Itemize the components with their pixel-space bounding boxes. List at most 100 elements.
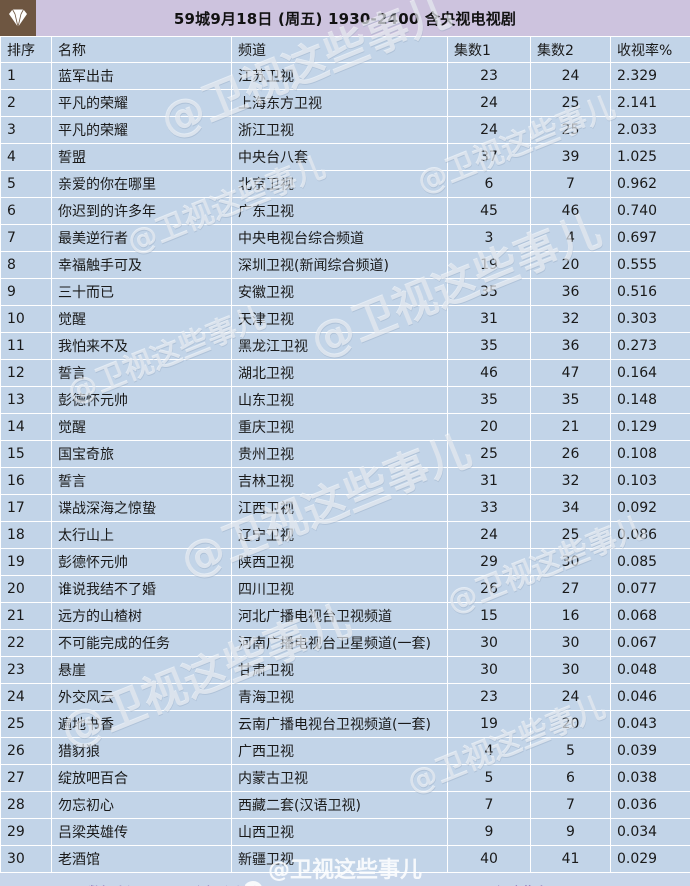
cell-rank: 23: [0, 656, 52, 684]
cell-channel: 黑龙江卫视: [231, 332, 448, 360]
column-header-rating: 收视率%: [610, 36, 690, 63]
cell-rating: 0.046: [610, 683, 690, 711]
cell-rank: 21: [0, 602, 52, 630]
cell-episode2: 35: [530, 386, 611, 414]
cell-rank: 16: [0, 467, 52, 495]
cell-episode1: 46: [447, 359, 531, 387]
cell-episode2: 25: [530, 116, 611, 144]
cell-rank: 6: [0, 197, 52, 225]
cell-channel: 浙江卫视: [231, 116, 448, 144]
table-row: 5亲爱的你在哪里北京卫视670.9623.451: [0, 170, 690, 198]
cell-channel: 江西卫视: [231, 494, 448, 522]
table-row: 2平凡的荣耀上海东方卫视24252.1417.539: [0, 89, 690, 117]
table-row: 11我怕来不及黑龙江卫视35360.2730.969: [0, 332, 690, 360]
cell-episode1: 15: [447, 602, 531, 630]
cell-program-name: 绽放吧百合: [51, 764, 232, 792]
cell-program-name: 谍战深海之惊蛰: [51, 494, 232, 522]
cell-rating: 0.148: [610, 386, 690, 414]
cell-episode1: 35: [447, 278, 531, 306]
cell-program-name: 誓盟: [51, 143, 232, 171]
cell-program-name: 誓言: [51, 359, 232, 387]
cell-rating: 0.129: [610, 413, 690, 441]
cell-rating: 0.077: [610, 575, 690, 603]
cell-rank: 30: [0, 845, 52, 873]
cell-episode1: 24: [447, 521, 531, 549]
cell-channel: 贵州卫视: [231, 440, 448, 468]
cell-program-name: 勿忘初心: [51, 791, 232, 819]
cell-episode1: 9: [447, 818, 531, 846]
cell-episode2: 4: [530, 224, 611, 252]
cell-rank: 5: [0, 170, 52, 198]
cell-rank: 9: [0, 278, 52, 306]
cell-channel: 河北广播电视台卫视频道: [231, 602, 448, 630]
cell-channel: 湖北卫视: [231, 359, 448, 387]
cell-rank: 8: [0, 251, 52, 279]
cell-episode2: 21: [530, 413, 611, 441]
cell-episode2: 6: [530, 764, 611, 792]
cell-rank: 10: [0, 305, 52, 333]
table-row: 6你迟到的许多年广东卫视45460.7402.614: [0, 197, 690, 225]
cell-rank: 1: [0, 62, 52, 90]
cell-channel: 广西卫视: [231, 737, 448, 765]
cell-episode2: 20: [530, 710, 611, 738]
cell-episode1: 23: [447, 62, 531, 90]
cell-episode1: 30: [447, 629, 531, 657]
cell-rating: 0.039: [610, 737, 690, 765]
cell-episode2: 20: [530, 251, 611, 279]
table-row: 13彭德怀元帅山东卫视35350.1480.572: [0, 386, 690, 414]
cell-rating: 0.085: [610, 548, 690, 576]
cell-channel: 吉林卫视: [231, 467, 448, 495]
cell-episode2: 24: [530, 683, 611, 711]
cell-episode1: 33: [447, 494, 531, 522]
watermark-footer-text: @卫视这些事儿: [268, 858, 423, 883]
cell-channel: 辽宁卫视: [231, 521, 448, 549]
cell-program-name: 最美逆行者: [51, 224, 232, 252]
cell-channel: 北京卫视: [231, 170, 448, 198]
cell-episode1: 19: [447, 251, 531, 279]
cell-rating: 2.141: [610, 89, 690, 117]
cell-rating: 2.329: [610, 62, 690, 90]
table-row: 10觉醒天津卫视31320.3031.068: [0, 305, 690, 333]
cell-episode2: 16: [530, 602, 611, 630]
cell-rank: 26: [0, 737, 52, 765]
cell-episode1: 4: [447, 737, 531, 765]
table-row: 20谁说我结不了婚四川卫视26270.0770.273: [0, 575, 690, 603]
ratings-table-page: 59城9月18日 (周五) 1930-2400 含央视电视剧 排序 名称 频道 …: [0, 0, 690, 886]
ratings-table-wrapper: 排序 名称 频道 集数1 集数2 收视率% 市场份额% 1蓝军出击江苏卫视232…: [0, 36, 690, 873]
cell-program-name: 亲爱的你在哪里: [51, 170, 232, 198]
cell-rating: 0.103: [610, 467, 690, 495]
table-row: 1蓝军出击江苏卫视23242.3298.309: [0, 62, 690, 90]
table-row: 26猎豺狼广西卫视450.0390.138: [0, 737, 690, 765]
cell-rating: 0.740: [610, 197, 690, 225]
cell-rating: 0.962: [610, 170, 690, 198]
cell-program-name: 誓言: [51, 467, 232, 495]
cell-program-name: 三十而已: [51, 278, 232, 306]
cell-program-name: 遍地书香: [51, 710, 232, 738]
table-row: 24外交风云青海卫视23240.0460.161: [0, 683, 690, 711]
cell-episode1: 23: [447, 683, 531, 711]
cell-program-name: 平凡的荣耀: [51, 89, 232, 117]
cell-channel: 上海东方卫视: [231, 89, 448, 117]
cell-channel: 江苏卫视: [231, 62, 448, 90]
cell-program-name: 悬崖: [51, 656, 232, 684]
cell-program-name: 远方的山楂树: [51, 602, 232, 630]
cell-rating: 0.068: [610, 602, 690, 630]
cell-channel: 安徽卫视: [231, 278, 448, 306]
table-row: 18太行山上辽宁卫视24250.0860.301: [0, 521, 690, 549]
cell-rating: 0.555: [610, 251, 690, 279]
cell-channel: 河南广播电视台卫星频道(一套): [231, 629, 448, 657]
cell-episode1: 31: [447, 305, 531, 333]
cell-episode2: 41: [530, 845, 611, 873]
cell-channel: 山东卫视: [231, 386, 448, 414]
cell-rank: 14: [0, 413, 52, 441]
column-header-episode1: 集数1: [447, 36, 531, 63]
cell-rank: 20: [0, 575, 52, 603]
table-row: 23悬崖甘肃卫视30300.0480.170: [0, 656, 690, 684]
cell-program-name: 平凡的荣耀: [51, 116, 232, 144]
cell-rating: 0.164: [610, 359, 690, 387]
cell-episode2: 30: [530, 548, 611, 576]
cell-episode2: 26: [530, 440, 611, 468]
cell-rank: 19: [0, 548, 52, 576]
cell-rating: 0.516: [610, 278, 690, 306]
table-row: 19彭德怀元帅陕西卫视29300.0850.300: [0, 548, 690, 576]
